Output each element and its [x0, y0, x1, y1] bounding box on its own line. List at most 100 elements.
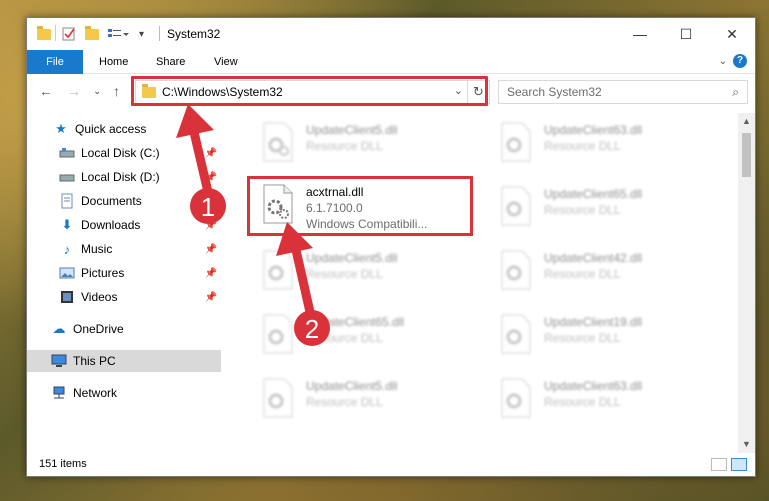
sidebar-item-documents[interactable]: Documents 📌	[27, 190, 221, 212]
forward-arrow-icon[interactable]: →	[67, 83, 81, 99]
tiles-view-icon[interactable]	[731, 458, 747, 471]
file-description: Windows Compatibili...	[306, 217, 428, 231]
file-name: UpdateClient42.dll	[544, 251, 643, 265]
address-bar[interactable]: C:\Windows\System32 ⌄ ↻	[135, 80, 490, 104]
scroll-up-icon[interactable]: ▲	[738, 113, 755, 130]
pictures-icon	[59, 265, 75, 281]
up-arrow-icon[interactable]: ↑	[113, 83, 120, 99]
search-box[interactable]: ⌕	[498, 80, 748, 104]
dll-file-icon	[498, 185, 534, 227]
file-explorer-window: ▾ System32 — ☐ ✕ File Home Share View ⌄ …	[26, 17, 756, 477]
file-type: Resource DLL	[544, 203, 621, 217]
file-tile[interactable]: UpdateClient19.dll Resource DLL	[488, 309, 718, 365]
dll-file-icon	[260, 313, 296, 355]
maximize-button[interactable]: ☐	[663, 18, 709, 50]
expand-ribbon-icon[interactable]: ⌄	[719, 56, 727, 67]
customize-toolbar-icon[interactable]	[107, 26, 133, 42]
sidebar-item-network[interactable]: Network	[27, 382, 221, 404]
file-tile[interactable]: UpdateClient5.dll Resource DLL	[250, 117, 480, 173]
file-tile[interactable]: UpdateClient63.dll Resource DLL	[488, 373, 718, 429]
status-bar: 151 items	[27, 454, 755, 476]
pin-icon[interactable]: 📌	[205, 220, 217, 231]
file-name: UpdateClient65.dll	[544, 187, 643, 201]
documents-icon	[59, 193, 75, 209]
file-name: UpdateClient65.dll	[306, 315, 405, 329]
pin-icon[interactable]: 📌	[205, 244, 217, 255]
pin-icon[interactable]: 📌	[205, 172, 217, 183]
file-name: UpdateClient63.dll	[544, 379, 643, 393]
pin-icon[interactable]: 📌	[205, 268, 217, 279]
file-tile[interactable]: UpdateClient5.dll Resource DLL	[250, 245, 480, 301]
file-tile[interactable]: UpdateClient5.dll Resource DLL	[250, 373, 480, 429]
vertical-scrollbar[interactable]: ▲ ▼	[738, 113, 755, 453]
file-tile-acxtrnal[interactable]: acxtrnal.dll 6.1.7100.0 Windows Compatib…	[250, 179, 480, 235]
address-path[interactable]: C:\Windows\System32	[162, 85, 283, 99]
sidebar-item-label: Documents	[81, 194, 142, 208]
scroll-down-icon[interactable]: ▼	[738, 436, 755, 453]
sidebar-item-videos[interactable]: Videos 📌	[27, 286, 221, 308]
close-button[interactable]: ✕	[709, 18, 755, 50]
item-count: 151 items	[39, 458, 87, 470]
help-icon[interactable]: ?	[733, 54, 747, 68]
file-tile[interactable]: UpdateClient63.dll Resource DLL	[488, 117, 718, 173]
sidebar-item-label: OneDrive	[73, 322, 124, 336]
file-tile[interactable]: UpdateClient65.dll Resource DLL	[488, 181, 718, 237]
title-bar: ▾ System32 — ☐ ✕	[27, 18, 755, 50]
sidebar-item-pictures[interactable]: Pictures 📌	[27, 262, 221, 284]
refresh-icon[interactable]: ↻	[467, 81, 489, 103]
download-icon: ⬇	[61, 217, 73, 232]
scroll-thumb[interactable]	[742, 133, 751, 177]
music-icon: ♪	[63, 241, 71, 257]
sidebar-item-this-pc[interactable]: This PC	[27, 350, 221, 372]
file-tile[interactable]: UpdateClient42.dll Resource DLL	[488, 245, 718, 301]
sidebar-item-label: Music	[81, 242, 113, 256]
file-version: 6.1.7100.0	[306, 201, 363, 215]
file-type: Resource DLL	[544, 395, 621, 409]
ribbon-tabs: File Home Share View ⌄ ?	[27, 50, 755, 74]
folder-icon	[37, 25, 51, 42]
sidebar-item-downloads[interactable]: ⬇ Downloads 📌	[27, 214, 221, 236]
file-tile[interactable]: UpdateClient65.dll Resource DLL	[250, 309, 480, 365]
recent-locations-icon[interactable]: ⌄	[93, 86, 101, 97]
dll-file-icon	[498, 249, 534, 291]
sidebar-item-onedrive[interactable]: ☁ OneDrive	[27, 318, 221, 340]
pin-icon[interactable]: 📌	[205, 148, 217, 159]
drive-icon	[59, 169, 75, 185]
pin-icon[interactable]: 📌	[205, 292, 217, 303]
sidebar-item-local-disk-d[interactable]: Local Disk (D:) 📌	[27, 166, 221, 188]
pin-icon[interactable]: 📌	[205, 196, 217, 207]
tab-file[interactable]: File	[27, 50, 83, 74]
file-name: acxtrnal.dll	[306, 185, 364, 199]
dll-file-icon	[260, 183, 296, 225]
file-type: Resource DLL	[306, 395, 383, 409]
computer-icon	[51, 353, 67, 369]
tab-share[interactable]: Share	[142, 50, 199, 74]
sidebar-item-label: Videos	[81, 290, 118, 304]
tab-home[interactable]: Home	[85, 50, 142, 74]
new-folder-icon[interactable]	[85, 25, 99, 42]
sidebar-item-music[interactable]: ♪ Music 📌	[27, 238, 221, 260]
file-type: Resource DLL	[544, 139, 621, 153]
chevron-down-icon[interactable]: ▾	[139, 26, 144, 42]
tab-view[interactable]: View	[200, 50, 252, 74]
details-view-icon[interactable]	[711, 458, 727, 471]
file-type: Resource DLL	[306, 267, 383, 281]
search-input[interactable]	[507, 82, 707, 102]
videos-icon	[59, 289, 75, 305]
minimize-button[interactable]: —	[617, 18, 663, 50]
star-icon: ★	[55, 121, 67, 136]
sidebar-item-label: Network	[73, 386, 118, 400]
chevron-down-icon[interactable]: ⌄	[454, 84, 463, 97]
sidebar-item-local-disk-c[interactable]: Local Disk (C:) 📌	[27, 142, 221, 164]
dll-file-icon	[260, 249, 296, 291]
sidebar-item-quick-access[interactable]: ★ Quick access	[27, 118, 221, 140]
search-icon[interactable]: ⌕	[732, 85, 739, 100]
file-type: Resource DLL	[306, 139, 383, 153]
sidebar-item-label: Local Disk (D:)	[81, 170, 160, 184]
back-arrow-icon[interactable]: ←	[39, 83, 53, 99]
file-name: UpdateClient5.dll	[306, 251, 398, 265]
properties-icon[interactable]	[61, 26, 77, 42]
navigation-bar: ← → ⌄ ↑ C:\Windows\System32 ⌄ ↻ ⌕	[27, 75, 755, 109]
dll-file-icon	[498, 121, 534, 163]
sidebar-item-label: Pictures	[81, 266, 125, 280]
